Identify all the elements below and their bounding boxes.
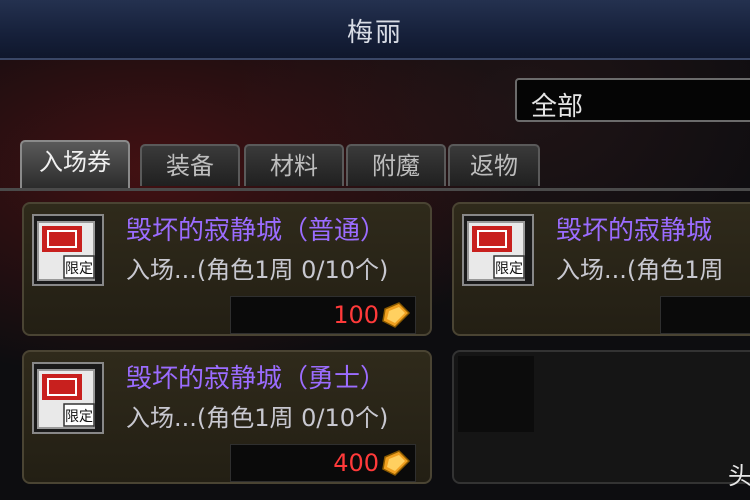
tab-enchant[interactable]: 附魔: [346, 144, 446, 186]
item-name: 毁坏的寂静城（勇士）: [126, 364, 387, 394]
item-limit: 入场...(角色1周: [556, 256, 724, 284]
item-price: 400: [333, 449, 379, 477]
item-name: 毁坏的寂静城（普通）: [126, 216, 387, 246]
tab-return[interactable]: 返物: [448, 144, 540, 186]
limited-badge: 限定: [65, 261, 93, 277]
ticket-limited-icon: 限定: [32, 214, 104, 286]
empty-icon-slot: [458, 356, 534, 432]
shop-item-card[interactable]: 限定 毁坏的寂静城 入场...(角色1周: [452, 202, 750, 336]
item-limit: 入场...(角色1周 0/10个): [126, 256, 389, 284]
price-box: 400: [230, 444, 416, 482]
shop-item-card[interactable]: 限定 毁坏的寂静城（普通） 入场...(角色1周 0/10个) 100: [22, 202, 432, 336]
ticket-limited-icon: 限定: [32, 362, 104, 434]
tab-tickets[interactable]: 入场券: [20, 140, 130, 188]
category-filter-dropdown[interactable]: 全部: [515, 78, 750, 122]
tab-underline: [0, 188, 750, 191]
gold-coin-icon: [381, 301, 411, 333]
limited-badge: 限定: [65, 409, 93, 425]
title-bar: 梅丽: [0, 0, 750, 60]
item-name: 毁坏的寂静城: [556, 216, 713, 246]
price-box: [660, 296, 750, 334]
window-title: 梅丽: [346, 18, 403, 48]
ticket-limited-icon: 限定: [462, 214, 534, 286]
item-price: 100: [333, 301, 379, 329]
watermark-text: 头: [728, 462, 750, 490]
limited-badge: 限定: [495, 261, 523, 277]
price-box: 100: [230, 296, 416, 334]
empty-item-slot: [452, 350, 750, 484]
gold-coin-icon: [381, 449, 411, 481]
shop-item-card[interactable]: 限定 毁坏的寂静城（勇士） 入场...(角色1周 0/10个) 400: [22, 350, 432, 484]
item-limit: 入场...(角色1周 0/10个): [126, 404, 389, 432]
tab-materials[interactable]: 材料: [244, 144, 344, 186]
filter-value: 全部: [531, 92, 584, 122]
tab-equipment[interactable]: 装备: [140, 144, 240, 186]
